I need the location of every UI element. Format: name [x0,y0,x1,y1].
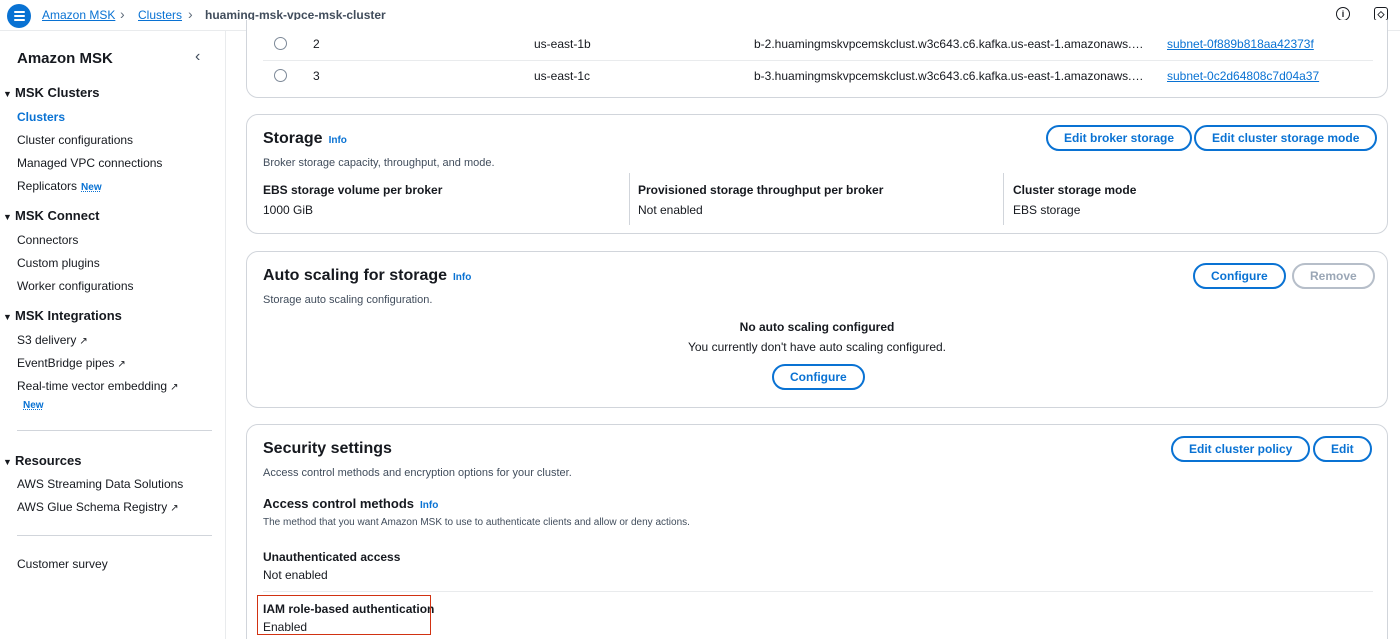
edit-cluster-policy-button[interactable]: Edit cluster policy [1171,436,1311,462]
row-divider [263,591,1373,592]
sidebar-title: Amazon MSK [17,50,113,67]
section-resources[interactable]: ▼ Resources [3,453,81,468]
sidebar-item-cluster-configurations[interactable]: Cluster configurations [17,133,133,147]
new-badge: New [23,400,44,411]
storage-description: Broker storage capacity, throughput, and… [263,157,495,169]
storage-mode-value: EBS storage [1013,203,1081,217]
ebs-volume-value: 1000 GiB [263,203,314,217]
section-msk-connect[interactable]: ▼ MSK Connect [3,208,100,223]
unauthenticated-access-value: Not enabled [263,568,328,582]
throughput-value: Not enabled [638,203,703,217]
sidebar-item-s3-delivery[interactable]: S3 delivery ↗ [17,333,88,347]
sidebar-item-clusters[interactable]: Clusters [17,110,65,124]
access-control-title: Access control methods Info [263,496,439,511]
ebs-volume-label: EBS storage volume per broker [263,183,443,197]
broker-subnet-link[interactable]: subnet-0c2d64808c7d04a37 [1167,69,1319,83]
security-description: Access control methods and encryption op… [263,467,572,479]
broker-zone: us-east-1c [534,69,591,83]
empty-state-title: No auto scaling configured [739,320,895,334]
close-sidebar-icon[interactable]: ‹ [195,48,200,66]
highlight-annotation [257,595,431,635]
column-divider [1003,173,1004,225]
column-divider [629,173,630,225]
sidebar-item-streaming-solutions[interactable]: AWS Streaming Data Solutions [17,477,183,491]
external-link-icon: ↗ [79,336,88,347]
sidebar-item-connectors[interactable]: Connectors [17,233,78,247]
brokers-card: 2 us-east-1b b-2.huamingmskvpcemskclust.… [246,20,1388,98]
sidebar-divider [17,430,212,431]
sidebar-divider [17,535,212,536]
edit-cluster-storage-mode-button[interactable]: Edit cluster storage mode [1194,125,1378,151]
empty-configure-button[interactable]: Configure [772,364,865,390]
info-icon[interactable]: i [1336,7,1350,21]
security-title: Security settings [263,440,392,457]
broker-zone: us-east-1b [534,37,591,51]
broker-subnet-link[interactable]: subnet-0f889b818aa42373f [1167,37,1314,51]
section-msk-clusters[interactable]: ▼ MSK Clusters [3,85,100,100]
autoscaling-title: Auto scaling for storage Info [263,267,472,284]
section-msk-integrations[interactable]: ▼ MSK Integrations [3,308,122,323]
autoscaling-card: Auto scaling for storage Info Storage aut… [246,251,1388,408]
edit-button[interactable]: Edit [1313,436,1372,462]
external-link-icon: ↗ [170,382,179,393]
sidebar-item-customer-survey[interactable]: Customer survey [17,557,108,571]
caret-down-icon: ▼ [3,457,12,467]
broker-radio[interactable] [274,37,287,50]
storage-title: Storage Info [263,130,347,147]
sidebar-item-vector-embedding[interactable]: Real-time vector embedding ↗ [17,379,178,393]
sidebar-item-managed-vpc[interactable]: Managed VPC connections [17,156,162,170]
autoscaling-description: Storage auto scaling configuration. [263,294,433,306]
chevron-right-icon: › [188,6,193,22]
configure-button[interactable]: Configure [1193,263,1286,289]
breadcrumb-clusters[interactable]: Clusters [138,8,182,22]
chevron-right-icon: › [120,6,125,22]
sidebar: Amazon MSK ‹ ▼ MSK Clusters Clusters Clus… [0,31,226,639]
menu-icon[interactable] [7,4,31,28]
external-link-icon: ↗ [170,503,179,514]
remove-button[interactable]: Remove [1292,263,1375,289]
sidebar-item-custom-plugins[interactable]: Custom plugins [17,256,100,270]
broker-id: 3 [313,69,320,83]
sidebar-item-eventbridge-pipes[interactable]: EventBridge pipes ↗ [17,356,126,370]
info-link[interactable]: Info [329,135,347,146]
broker-radio[interactable] [274,69,287,82]
empty-state-text: You currently don't have auto scaling co… [687,340,947,354]
sidebar-item-worker-configurations[interactable]: Worker configurations [17,279,134,293]
broker-endpoint: b-2.huamingmskvpcemskclust.w3c643.c6.kaf… [754,37,1144,51]
breadcrumb-service[interactable]: Amazon MSK [42,8,115,22]
throughput-label: Provisioned storage throughput per broke… [638,183,884,197]
info-link[interactable]: Info [420,500,438,511]
sidebar-item-glue-schema-registry[interactable]: AWS Glue Schema Registry ↗ [17,500,179,514]
row-divider [263,60,1373,61]
access-control-description: The method that you want Amazon MSK to u… [263,517,690,528]
caret-down-icon: ▼ [3,89,12,99]
storage-mode-label: Cluster storage mode [1013,183,1137,197]
caret-down-icon: ▼ [3,312,12,322]
storage-card: Storage Info Broker storage capacity, thr… [246,114,1388,234]
broker-id: 2 [313,37,320,51]
external-link-icon: ↗ [117,359,126,370]
caret-down-icon: ▼ [3,212,12,222]
info-link[interactable]: Info [453,272,471,283]
unauthenticated-access-label: Unauthenticated access [263,550,401,564]
settings-icon[interactable]: ◇ [1374,7,1388,21]
new-badge: New [81,182,102,193]
broker-endpoint: b-3.huamingmskvpcemskclust.w3c643.c6.kaf… [754,69,1144,83]
sidebar-item-replicators[interactable]: Replicators New [17,179,102,193]
edit-broker-storage-button[interactable]: Edit broker storage [1046,125,1193,151]
